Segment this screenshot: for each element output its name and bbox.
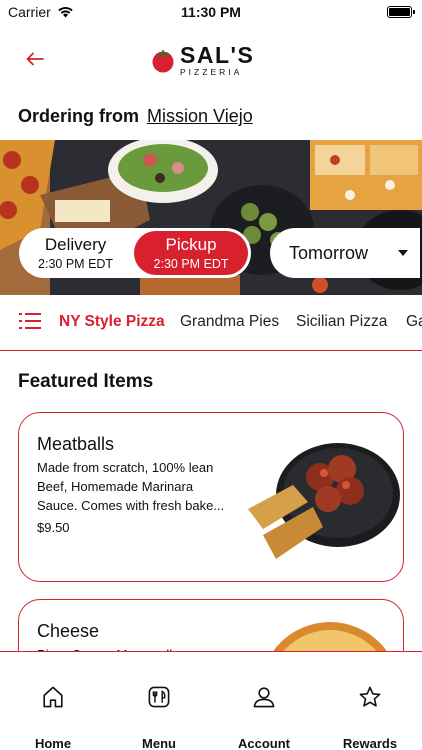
delivery-option[interactable]: Delivery 2:30 PM EDT: [22, 231, 129, 275]
delivery-label: Delivery: [44, 235, 107, 254]
caret-down-icon: [398, 250, 408, 256]
tab-home-label: Home: [34, 736, 72, 750]
category-tab-ny-style-pizza[interactable]: NY Style Pizza: [59, 313, 165, 331]
tab-home[interactable]: Home: [13, 652, 93, 750]
person-icon: [253, 687, 275, 708]
tab-rewards-label: Rewards: [342, 736, 398, 750]
brand-name: SAL'S: [180, 42, 255, 68]
tab-account[interactable]: Account: [224, 652, 304, 750]
order-mode-toggle: Delivery 2:30 PM EDT Pickup 2:30 PM EDT: [19, 228, 251, 278]
menu-utensils-icon: [148, 686, 170, 708]
tab-rewards[interactable]: Rewards: [330, 652, 410, 750]
arrow-left-icon: [26, 52, 44, 66]
delivery-time: 2:30 PM EDT: [38, 257, 114, 271]
category-tabs: NY Style Pizza Grandma Pies Sicilian Piz…: [0, 304, 422, 340]
ordering-label: Ordering from: [18, 106, 140, 126]
meatballs-image: [248, 443, 400, 559]
day-dropdown[interactable]: Tomorrow: [270, 228, 420, 278]
location-link[interactable]: Mission Viejo: [147, 106, 253, 127]
ordering-location: Ordering from Mission Viejo: [18, 106, 253, 127]
tab-account-label: Account: [238, 736, 290, 750]
hero-banner: Delivery 2:30 PM EDT Pickup 2:30 PM EDT …: [0, 140, 422, 295]
header: SAL'S PIZZERIA: [0, 40, 422, 80]
home-icon: [43, 686, 63, 708]
brand-subtitle: PIZZERIA: [180, 67, 243, 77]
category-tab-partial[interactable]: Ga: [406, 313, 422, 331]
tab-bar: Home Menu Account Rewards: [0, 651, 422, 750]
item-price: $9.50: [37, 520, 70, 535]
list-menu-icon[interactable]: [19, 310, 41, 332]
day-value: Tomorrow: [289, 242, 369, 263]
pickup-label: Pickup: [165, 235, 217, 254]
pickup-option[interactable]: Pickup 2:30 PM EDT: [134, 231, 248, 275]
pickup-time: 2:30 PM EDT: [153, 257, 229, 271]
category-divider: [0, 350, 422, 351]
brand-logo: SAL'S PIZZERIA: [150, 44, 254, 77]
tomato-icon: [152, 50, 174, 73]
featured-title: Featured Items: [18, 371, 154, 392]
tab-menu-label: Menu: [142, 736, 176, 750]
item-name: Cheese: [37, 621, 100, 641]
category-tab-grandma-pies[interactable]: Grandma Pies: [180, 313, 279, 331]
star-icon: [359, 686, 381, 707]
clock: 11:30 PM: [181, 4, 241, 20]
item-description: Made from scratch, 100% lean Beef, Homem…: [37, 460, 225, 513]
item-name: Meatballs: [37, 434, 115, 454]
status-bar: Carrier 11:30 PM: [0, 0, 422, 26]
battery-icon: [387, 6, 415, 18]
category-tab-sicilian-pizza[interactable]: Sicilian Pizza: [296, 313, 387, 331]
tab-menu[interactable]: Menu: [119, 652, 199, 750]
featured-item-card[interactable]: Meatballs Made from scratch, 100% lean B…: [18, 412, 404, 582]
back-button[interactable]: [22, 48, 48, 70]
